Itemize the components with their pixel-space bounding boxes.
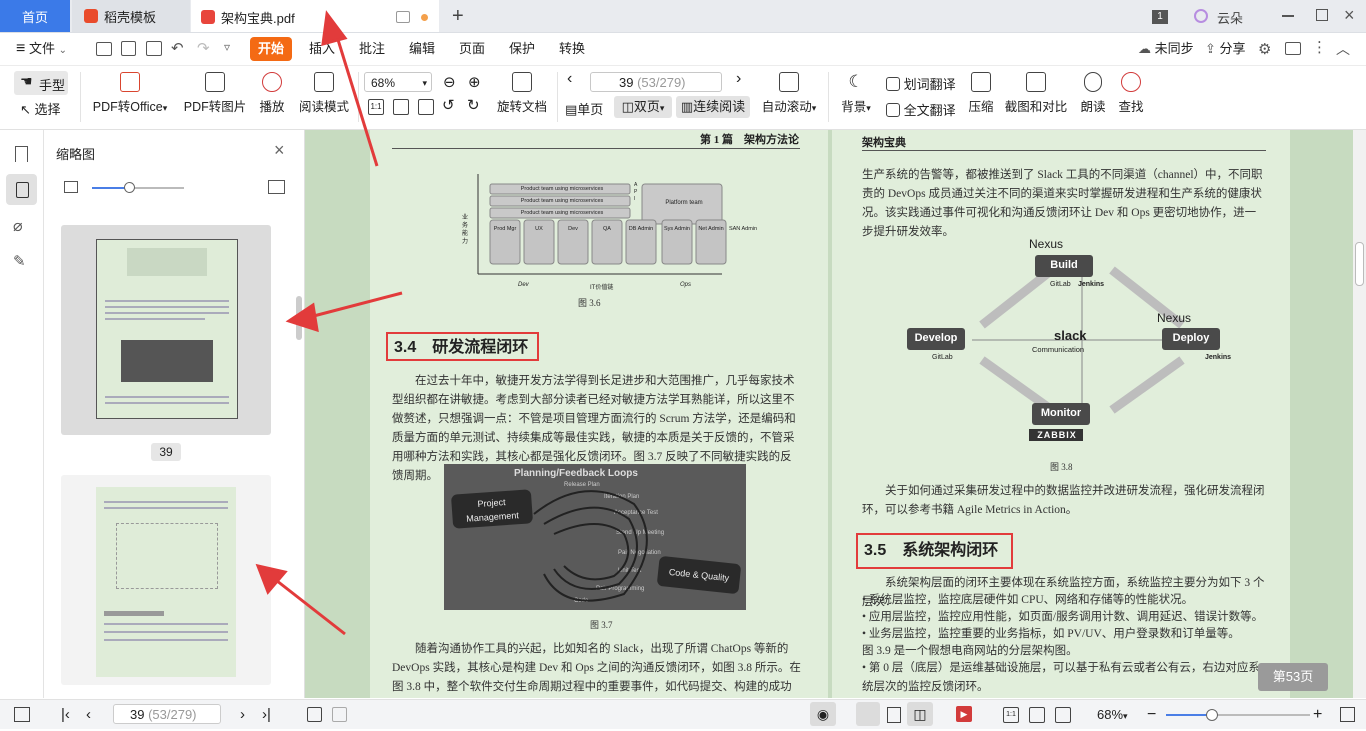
status-page-input[interactable]: 39 (53/279) <box>113 704 221 724</box>
status-page-total: (53/279) <box>148 707 197 722</box>
zoom-slider-handle[interactable] <box>1206 709 1218 721</box>
status-zoom-select[interactable]: 68%▾ <box>1097 700 1128 729</box>
double-view-icon[interactable]: ◫ <box>907 702 933 726</box>
back-view-icon[interactable] <box>307 707 322 722</box>
eye-protection-icon[interactable]: ◉ <box>810 702 836 726</box>
status-zoom-value: 68% <box>1097 707 1124 722</box>
forward-view-icon[interactable] <box>332 707 347 722</box>
actual-size-icon[interactable]: 1:1 <box>1003 707 1019 723</box>
zoom-out-icon[interactable]: − <box>1147 700 1156 729</box>
first-page-icon[interactable]: |‹ <box>61 700 70 729</box>
zoom-in-icon[interactable]: + <box>1313 700 1322 729</box>
zoom-slider[interactable] <box>1166 709 1310 721</box>
status-page-value: 39 <box>130 707 145 722</box>
prev-page-icon[interactable]: ‹ <box>86 700 91 729</box>
expand-icon[interactable] <box>1340 707 1355 722</box>
fit-page-icon[interactable] <box>1029 707 1045 723</box>
last-page-icon[interactable]: ›| <box>262 700 271 729</box>
sidebar-toggle-icon[interactable] <box>14 707 30 722</box>
play-icon[interactable]: ▶ <box>956 706 972 722</box>
single-view-icon[interactable] <box>856 702 880 726</box>
fullscreen-icon[interactable] <box>1055 707 1071 723</box>
status-bar: |‹ ‹ 39 (53/279) › ›| ◉ ◫ ▶ 1:1 68%▾ − + <box>0 699 1366 729</box>
next-page-icon[interactable]: › <box>240 700 245 729</box>
page-view-icon[interactable] <box>887 707 901 723</box>
annotation-arrows <box>255 10 403 636</box>
